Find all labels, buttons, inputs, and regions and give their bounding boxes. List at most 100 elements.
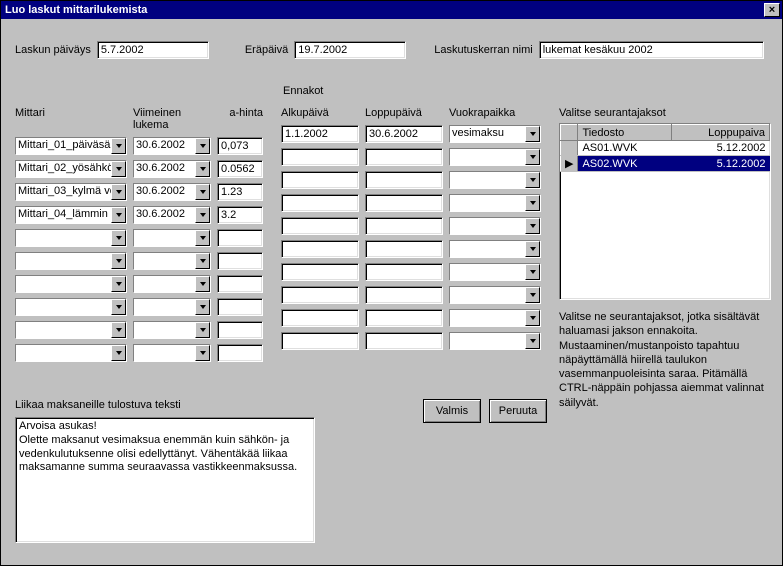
meter-date-combo-6[interactable] (133, 275, 211, 293)
due-date-input[interactable] (294, 41, 406, 59)
meter-combo-8[interactable] (15, 321, 127, 339)
chevron-down-icon[interactable] (195, 161, 210, 177)
adv-place-combo-7[interactable] (449, 286, 541, 304)
chevron-down-icon[interactable] (525, 126, 540, 142)
adv-start-input-5[interactable] (281, 240, 359, 258)
chevron-down-icon[interactable] (111, 253, 126, 269)
tracking-row[interactable]: AS01.WVK5.12.2002 (561, 141, 770, 156)
adv-place-combo-9[interactable] (449, 332, 541, 350)
tracking-col-file[interactable]: Tiedosto (578, 125, 672, 141)
chevron-down-icon[interactable] (525, 241, 540, 257)
adv-start-input-3[interactable] (281, 194, 359, 212)
adv-end-input-2[interactable] (365, 171, 443, 189)
chevron-down-icon[interactable] (195, 138, 210, 154)
adv-start-input-4[interactable] (281, 217, 359, 235)
meter-combo-0[interactable]: Mittari_01_päiväsäh (15, 137, 127, 155)
chevron-down-icon[interactable] (525, 218, 540, 234)
memo-textarea[interactable] (15, 417, 315, 543)
adv-start-input-7[interactable] (281, 286, 359, 304)
meter-date-combo-5[interactable] (133, 252, 211, 270)
adv-place-combo-1[interactable] (449, 148, 541, 166)
adv-start-input-9[interactable] (281, 332, 359, 350)
chevron-down-icon[interactable] (525, 195, 540, 211)
adv-place-combo-3[interactable] (449, 194, 541, 212)
tracking-listbox[interactable]: Tiedosto Loppupaiva AS01.WVK5.12.2002▶AS… (559, 123, 771, 300)
adv-end-input-1[interactable] (365, 148, 443, 166)
chevron-down-icon[interactable] (195, 230, 210, 246)
tracking-col-end[interactable]: Loppupaiva (672, 125, 770, 141)
chevron-down-icon[interactable] (525, 149, 540, 165)
row-selector[interactable]: ▶ (561, 156, 578, 172)
chevron-down-icon[interactable] (111, 161, 126, 177)
chevron-down-icon[interactable] (195, 322, 210, 338)
adv-end-input-0[interactable] (365, 125, 443, 143)
adv-end-input-7[interactable] (365, 286, 443, 304)
meter-combo-5[interactable] (15, 252, 127, 270)
meter-price-input-5[interactable] (217, 252, 263, 270)
meter-price-input-2[interactable] (217, 183, 263, 201)
run-name-input[interactable] (539, 41, 764, 59)
adv-place-combo-0[interactable]: vesimaksu (449, 125, 541, 143)
meter-price-input-8[interactable] (217, 321, 263, 339)
meter-combo-4[interactable] (15, 229, 127, 247)
meter-price-input-6[interactable] (217, 275, 263, 293)
adv-start-input-6[interactable] (281, 263, 359, 281)
meter-date-combo-0[interactable]: 30.6.2002 (133, 137, 211, 155)
adv-end-input-4[interactable] (365, 217, 443, 235)
adv-start-input-1[interactable] (281, 148, 359, 166)
adv-place-combo-8[interactable] (449, 309, 541, 327)
meter-date-combo-3[interactable]: 30.6.2002 (133, 206, 211, 224)
meter-price-input-1[interactable] (217, 160, 263, 178)
chevron-down-icon[interactable] (195, 253, 210, 269)
meter-combo-6[interactable] (15, 275, 127, 293)
chevron-down-icon[interactable] (195, 345, 210, 361)
chevron-down-icon[interactable] (195, 299, 210, 315)
chevron-down-icon[interactable] (111, 322, 126, 338)
chevron-down-icon[interactable] (525, 310, 540, 326)
tracking-row[interactable]: ▶AS02.WVK5.12.2002 (561, 156, 770, 172)
invoice-date-input[interactable] (97, 41, 209, 59)
meter-date-combo-9[interactable] (133, 344, 211, 362)
adv-place-combo-4[interactable] (449, 217, 541, 235)
chevron-down-icon[interactable] (195, 276, 210, 292)
adv-end-input-5[interactable] (365, 240, 443, 258)
chevron-down-icon[interactable] (111, 184, 126, 200)
chevron-down-icon[interactable] (525, 264, 540, 280)
meter-price-input-0[interactable] (217, 137, 263, 155)
chevron-down-icon[interactable] (111, 207, 126, 223)
chevron-down-icon[interactable] (525, 172, 540, 188)
meter-price-input-9[interactable] (217, 344, 263, 362)
meter-price-input-3[interactable] (217, 206, 263, 224)
chevron-down-icon[interactable] (111, 299, 126, 315)
chevron-down-icon[interactable] (525, 287, 540, 303)
adv-place-combo-6[interactable] (449, 263, 541, 281)
meter-combo-7[interactable] (15, 298, 127, 316)
meter-date-combo-1[interactable]: 30.6.2002 (133, 160, 211, 178)
chevron-down-icon[interactable] (111, 276, 126, 292)
adv-place-combo-5[interactable] (449, 240, 541, 258)
adv-start-input-2[interactable] (281, 171, 359, 189)
chevron-down-icon[interactable] (111, 230, 126, 246)
meter-combo-3[interactable]: Mittari_04_lämmin v (15, 206, 127, 224)
meter-date-combo-2[interactable]: 30.6.2002 (133, 183, 211, 201)
adv-place-combo-2[interactable] (449, 171, 541, 189)
adv-end-input-9[interactable] (365, 332, 443, 350)
adv-end-input-3[interactable] (365, 194, 443, 212)
meter-combo-1[interactable]: Mittari_02_yösähkö (15, 160, 127, 178)
chevron-down-icon[interactable] (195, 207, 210, 223)
row-selector[interactable] (561, 141, 578, 156)
meter-combo-2[interactable]: Mittari_03_kylmä ve (15, 183, 127, 201)
chevron-down-icon[interactable] (111, 138, 126, 154)
close-button[interactable]: × (764, 3, 780, 17)
chevron-down-icon[interactable] (195, 184, 210, 200)
adv-end-input-8[interactable] (365, 309, 443, 327)
meter-price-input-4[interactable] (217, 229, 263, 247)
meter-price-input-7[interactable] (217, 298, 263, 316)
adv-end-input-6[interactable] (365, 263, 443, 281)
chevron-down-icon[interactable] (525, 333, 540, 349)
valmis-button[interactable]: Valmis (423, 399, 481, 423)
meter-combo-9[interactable] (15, 344, 127, 362)
meter-date-combo-4[interactable] (133, 229, 211, 247)
peruuta-button[interactable]: Peruuta (489, 399, 547, 423)
chevron-down-icon[interactable] (111, 345, 126, 361)
